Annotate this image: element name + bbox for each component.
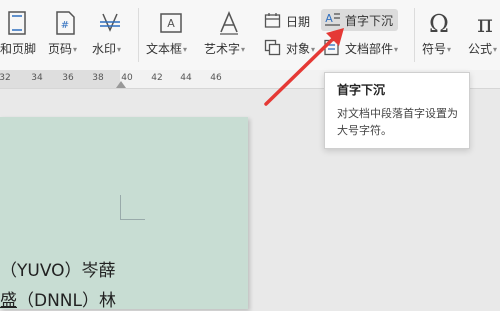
annotation-arrow-icon [264,28,344,106]
